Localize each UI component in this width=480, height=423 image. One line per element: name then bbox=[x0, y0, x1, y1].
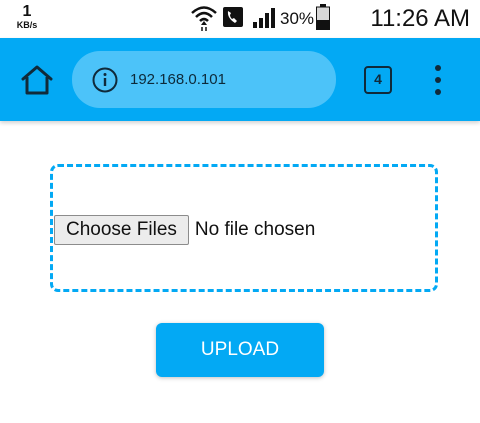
network-speed: 1 KB/s bbox=[12, 4, 42, 30]
home-icon bbox=[21, 65, 53, 95]
network-speed-value: 1 bbox=[22, 3, 32, 20]
signal-icon bbox=[252, 6, 276, 33]
network-speed-unit: KB/s bbox=[16, 20, 38, 30]
url-text[interactable]: 192.168.0.101 bbox=[130, 70, 226, 90]
call-icon bbox=[222, 6, 244, 33]
home-button[interactable] bbox=[20, 64, 54, 96]
upload-button[interactable]: UPLOAD bbox=[156, 323, 324, 377]
tabs-button[interactable]: 4 bbox=[364, 66, 392, 94]
info-icon[interactable] bbox=[92, 67, 118, 93]
battery-icon bbox=[316, 3, 331, 35]
status-bar: 1 KB/s 30% 11:26 AM bbox=[0, 0, 480, 38]
wifi-icon bbox=[190, 3, 218, 36]
battery-percent: 30% bbox=[280, 9, 315, 28]
overflow-menu-dot bbox=[435, 89, 441, 95]
file-drop-zone[interactable]: Choose Files No file chosen bbox=[50, 164, 438, 292]
overflow-menu-button[interactable] bbox=[428, 65, 448, 95]
browser-toolbar: 192.168.0.101 4 bbox=[0, 38, 480, 121]
file-input[interactable]: Choose Files No file chosen bbox=[54, 215, 315, 245]
tab-count: 4 bbox=[374, 71, 382, 87]
overflow-menu-dot bbox=[435, 77, 441, 83]
clock: 11:26 AM bbox=[370, 5, 470, 32]
file-status-text: No file chosen bbox=[194, 219, 316, 240]
status-icons: 30% bbox=[190, 3, 331, 36]
overflow-menu-icon bbox=[435, 65, 441, 71]
choose-files-button[interactable]: Choose Files bbox=[54, 215, 189, 245]
address-bar[interactable]: 192.168.0.101 bbox=[72, 51, 336, 108]
